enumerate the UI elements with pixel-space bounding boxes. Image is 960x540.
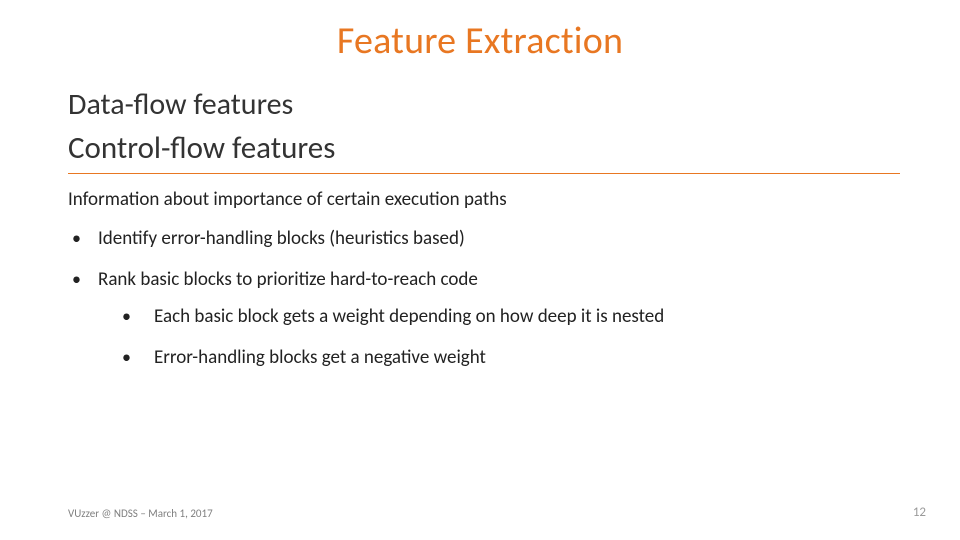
bullet-item: Rank basic blocks to prioritize hard-to-…	[68, 268, 900, 369]
bullet-list-inner: Each basic block gets a weight depending…	[98, 305, 900, 369]
lead-text: Information about importance of certain …	[68, 188, 900, 211]
bullet-text: Error-handling blocks get a negative wei…	[154, 346, 486, 369]
slide-title: Feature Extraction	[0, 18, 960, 64]
bullet-item: Each basic block gets a weight depending…	[98, 305, 900, 328]
bullet-text: Identify error-handling blocks (heuristi…	[98, 227, 465, 250]
bullet-text: Each basic block gets a weight depending…	[154, 305, 664, 328]
section-controlflow: Control-flow features	[68, 129, 900, 167]
section-dataflow: Data-flow features	[68, 86, 900, 123]
page-number: 12	[913, 505, 926, 520]
bullet-text: Rank basic blocks to prioritize hard-to-…	[98, 268, 478, 291]
footer-left: VUzzer @ NDSS – March 1, 2017	[68, 507, 213, 520]
slide: Feature Extraction Data-flow features Co…	[0, 0, 960, 540]
bullet-item: Error-handling blocks get a negative wei…	[98, 346, 900, 369]
bullet-list-top: Identify error-handling blocks (heuristi…	[68, 227, 900, 369]
section-controlflow-wrap: Control-flow features	[68, 129, 900, 174]
slide-content: Data-flow features Control-flow features…	[68, 82, 900, 387]
bullet-item: Identify error-handling blocks (heuristi…	[68, 227, 900, 250]
